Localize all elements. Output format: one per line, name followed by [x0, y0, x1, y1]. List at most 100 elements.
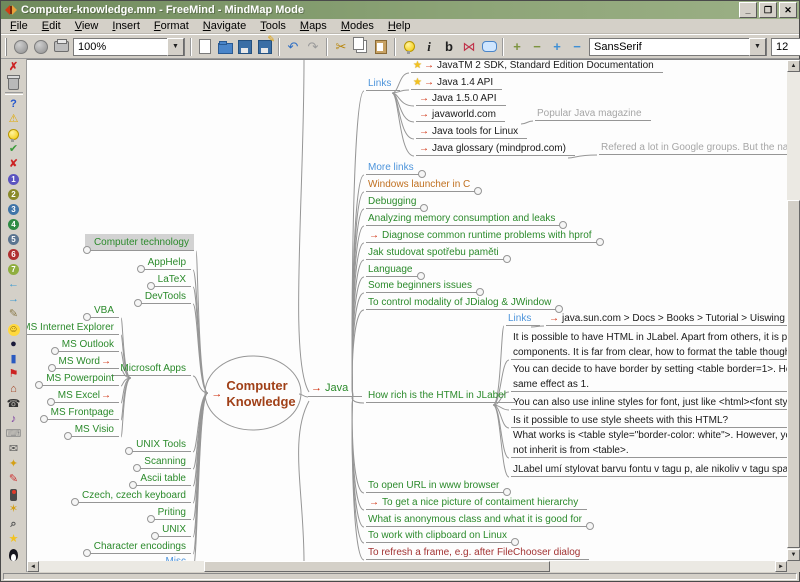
node-java-sdk-doc[interactable]: ★→JavaTM 2 SDK, Standard Edition Documen…: [411, 59, 663, 73]
attach-icon[interactable]: ✎: [4, 307, 24, 322]
node-apphelp[interactable]: AppHelp: [139, 256, 191, 270]
fold-indicator[interactable]: [64, 432, 72, 440]
root-node[interactable]: → Computer Knowledge: [207, 359, 300, 428]
home-icon[interactable]: ⌂: [4, 382, 24, 397]
node-analyzing-memory[interactable]: Analyzing memory consumption and leaks: [366, 212, 564, 226]
node-jak-studovat[interactable]: Jak studovat spotřebu paměti: [366, 246, 508, 260]
node-unix-tools[interactable]: UNIX Tools: [127, 438, 191, 452]
node-java-tools-linux[interactable]: →Java tools for Linux: [416, 125, 527, 139]
bookmark-icon[interactable]: ★: [4, 532, 24, 547]
new-map-icon[interactable]: [195, 37, 215, 56]
node-latex[interactable]: LaTeX: [149, 273, 191, 287]
cancel-icon[interactable]: ✘: [4, 157, 24, 172]
node-unix[interactable]: UNIX: [153, 523, 191, 537]
node-language[interactable]: Language: [366, 263, 422, 277]
help-icon[interactable]: ?: [4, 97, 24, 112]
node-java-sun-path[interactable]: →java.sun.com > Docs > Books > Tutorial …: [546, 312, 787, 326]
node-links[interactable]: Links: [366, 77, 400, 91]
node-html-note-4[interactable]: Is it possible to use style sheets with …: [511, 414, 787, 428]
save-map-icon[interactable]: [235, 37, 255, 56]
menu-format[interactable]: Format: [147, 20, 196, 32]
idea-icon[interactable]: [399, 37, 419, 56]
node-debugging[interactable]: Debugging: [366, 195, 425, 209]
fold-indicator[interactable]: [137, 265, 145, 273]
priority-3-icon[interactable]: 3: [4, 202, 24, 217]
fold-indicator[interactable]: [51, 347, 59, 355]
node-microsoft-apps[interactable]: Microsoft Apps: [111, 362, 191, 376]
bold-icon[interactable]: b: [439, 37, 459, 56]
node-priting[interactable]: Priting: [149, 506, 191, 520]
fold-indicator[interactable]: [83, 246, 91, 254]
fold-indicator[interactable]: [40, 415, 48, 423]
fold-indicator[interactable]: [476, 288, 484, 296]
scroll-right-icon[interactable]: ►: [775, 561, 787, 572]
mindmap-canvas[interactable]: → Computer Knowledge →Java Links More link…: [27, 59, 787, 561]
node-ms-internet-explorer[interactable]: MS Internet Explorer: [27, 321, 119, 335]
node-control-modality[interactable]: To control modality of JDialog & JWindow: [366, 296, 560, 310]
fold-indicator[interactable]: [83, 313, 91, 321]
node-html-note-1[interactable]: It is possible to have HTML in JLabel. A…: [511, 330, 787, 360]
font-family-select-dropdown-icon[interactable]: ▼: [749, 38, 766, 56]
book-icon[interactable]: ▮: [4, 352, 24, 367]
redo-icon[interactable]: ↷: [303, 37, 323, 56]
node-anonymous-class[interactable]: What is anonymous class and what it is g…: [366, 513, 591, 527]
node-ms-powerpoint[interactable]: MS Powerpoint: [37, 372, 119, 386]
fold-indicator[interactable]: [586, 522, 594, 530]
remove-icon[interactable]: ✗: [4, 60, 24, 75]
node-character-encodings[interactable]: Character encodings: [85, 540, 191, 554]
fold-indicator[interactable]: [48, 364, 56, 372]
node-scanning[interactable]: Scanning: [135, 455, 191, 469]
priority-5-icon[interactable]: 5: [4, 232, 24, 247]
scroll-down-icon[interactable]: ▼: [787, 549, 800, 561]
menu-edit[interactable]: Edit: [35, 20, 68, 32]
font-size-select[interactable]: 12▼: [771, 38, 800, 56]
close-button[interactable]: ✕: [779, 2, 797, 18]
font-smaller-icon[interactable]: −: [527, 37, 547, 56]
menu-navigate[interactable]: Navigate: [196, 20, 253, 32]
node-ms-frontpage[interactable]: MS Frontpage: [42, 406, 119, 420]
priority-2-icon[interactable]: 2: [4, 187, 24, 202]
vertical-scrollbar[interactable]: ▲ ▼: [787, 59, 800, 561]
node-html-note-5[interactable]: What works is <table style="border-color…: [511, 428, 787, 458]
zoom-select-dropdown-icon[interactable]: ▼: [167, 38, 184, 56]
node-ms-visio[interactable]: MS Visio: [66, 423, 119, 437]
node-windows-launcher[interactable]: Windows launcher in C: [366, 178, 479, 192]
node-devtools[interactable]: DevTools: [136, 290, 191, 304]
zoom-select[interactable]: 100%▼: [73, 38, 185, 56]
open-map-icon[interactable]: [215, 37, 235, 56]
node-more-links[interactable]: More links: [366, 161, 423, 175]
node-html-note-6[interactable]: JLabel umí stylovat barvu fontu v tagu p…: [511, 463, 787, 477]
priority-7-icon[interactable]: 7: [4, 262, 24, 277]
node-computer-technology[interactable]: Computer technology: [85, 234, 194, 251]
scroll-up-icon[interactable]: ▲: [787, 60, 800, 72]
node-up-icon[interactable]: +: [547, 37, 567, 56]
fold-indicator[interactable]: [83, 549, 91, 557]
node-vba[interactable]: VBA: [85, 304, 119, 318]
phone-icon[interactable]: ☎: [4, 397, 24, 412]
node-glossary-note[interactable]: Refered a lot in Google groups. But the …: [599, 141, 787, 155]
node-czech-keyboard[interactable]: Czech, czech keyboard: [73, 489, 191, 503]
node-containment-hierarchy[interactable]: →To get a nice picture of contaiment hie…: [366, 496, 587, 510]
menu-help[interactable]: Help: [381, 20, 418, 32]
stop-icon[interactable]: [4, 487, 24, 502]
fold-indicator[interactable]: [134, 299, 142, 307]
vertical-scroll-thumb[interactable]: [787, 200, 800, 548]
node-ms-outlook[interactable]: MS Outlook: [53, 338, 119, 352]
minimize-button[interactable]: _: [739, 2, 757, 18]
linux-icon[interactable]: [4, 547, 24, 562]
node-java[interactable]: →Java: [308, 382, 362, 397]
nav-forward-icon[interactable]: [31, 37, 51, 56]
fold-indicator[interactable]: [71, 498, 79, 506]
menu-maps[interactable]: Maps: [293, 20, 334, 32]
node-link-icon[interactable]: ⋈: [459, 37, 479, 56]
priority-6-icon[interactable]: 6: [4, 247, 24, 262]
fold-indicator[interactable]: [147, 515, 155, 523]
cloud-icon[interactable]: [479, 37, 499, 56]
bomb-icon[interactable]: ●: [4, 337, 24, 352]
fold-indicator[interactable]: [503, 255, 511, 263]
horizontal-scroll-track[interactable]: [39, 561, 775, 572]
node-links-2[interactable]: Links: [506, 312, 540, 326]
pen-icon[interactable]: ✎: [4, 472, 24, 487]
fold-indicator[interactable]: [47, 398, 55, 406]
node-javaworld[interactable]: →javaworld.com: [416, 108, 505, 122]
